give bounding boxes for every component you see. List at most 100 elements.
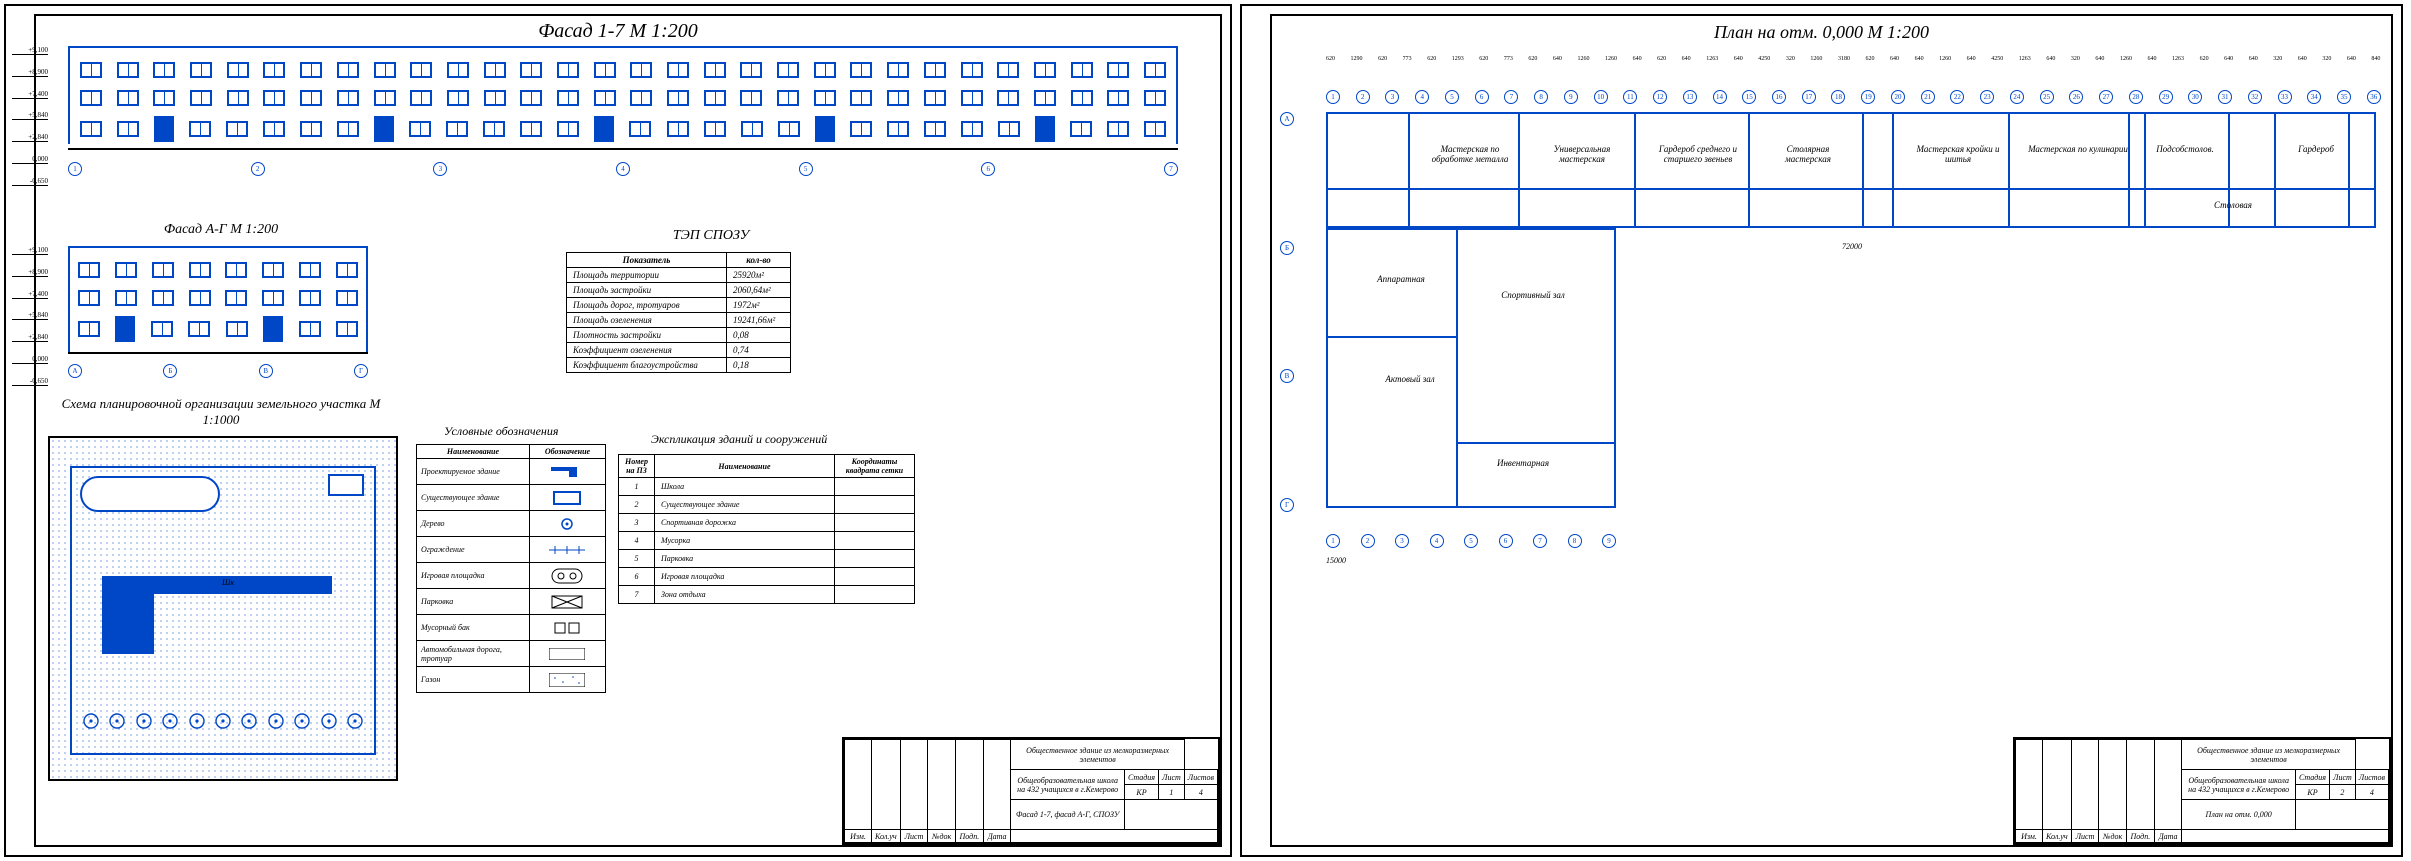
grid-bubble: 25: [2040, 90, 2054, 104]
grid-bubble: 7: [1164, 162, 1178, 176]
grid-bubble: 17: [1802, 90, 1816, 104]
dim-value: 773: [1504, 56, 1513, 62]
window-icon: [190, 90, 212, 106]
window-icon: [667, 121, 689, 137]
window-icon: [557, 90, 579, 106]
tep-table: Показателькол-во Площадь территории25920…: [566, 252, 791, 373]
grid-bubble: 7: [1504, 90, 1518, 104]
window-icon: [924, 121, 946, 137]
legend-symbol: [529, 511, 605, 537]
facade-a-g: +9,100 +8,900 +7,400 +5,840 +2,840 0,000…: [68, 246, 368, 386]
legend-cell: Существующее здание: [417, 485, 530, 511]
dim-value: 3180: [1838, 56, 1850, 62]
grid-bubble: Г: [354, 364, 368, 378]
grid-bubble: 13: [1683, 90, 1697, 104]
grid-bubble: 2: [1356, 90, 1370, 104]
dim-value: 620: [1657, 56, 1666, 62]
legend-symbol: [529, 563, 605, 589]
window-icon: [924, 90, 946, 106]
window-icon: [337, 121, 359, 137]
legend-symbol: [529, 667, 605, 693]
window-icon: [80, 90, 102, 106]
stamp-drawing: Фасад 1-7, фасад А-Г, СПОЗУ: [1011, 800, 1125, 830]
dim-value: 1290: [1351, 56, 1363, 62]
window-icon: [188, 321, 210, 337]
grid-bubble: 5: [1445, 90, 1459, 104]
facadeAG-title: Фасад А-Г М 1:200: [76, 222, 366, 238]
dim-value: 1263: [1706, 56, 1718, 62]
window-icon: [300, 90, 322, 106]
tep-cell: Площадь застройки: [567, 283, 727, 298]
expl-coord: [834, 478, 914, 496]
window-icon: [1144, 121, 1166, 137]
window-icon: [667, 62, 689, 78]
expl-coord: [834, 514, 914, 532]
window-icon: [152, 290, 174, 306]
dim-value: 1260: [1605, 56, 1617, 62]
window-icon: [153, 90, 175, 106]
expl-name: Спортивная дорожка: [654, 514, 834, 532]
site-plan: Шк: [48, 436, 398, 781]
tep-cell: Площадь дорог, тротуаров: [567, 298, 727, 313]
window-icon: [557, 121, 579, 137]
stamp2-drawing: План на отм. 0,000: [2182, 800, 2296, 830]
dim-value: 320: [1786, 56, 1795, 62]
legend-symbol: [529, 615, 605, 641]
grid-bubble: 15: [1742, 90, 1756, 104]
door-icon: [374, 116, 394, 142]
title-block-sheet2: Общественное здание из мелкоразмерных эл…: [2013, 737, 2391, 845]
grid-bubble: 12: [1653, 90, 1667, 104]
window-icon: [299, 321, 321, 337]
tree-icon: [161, 712, 179, 735]
grid-bubble: 6: [981, 162, 995, 176]
window-icon: [78, 321, 100, 337]
siteplan-title: Схема планировочной организации земельно…: [51, 396, 391, 428]
expl-num: 1: [619, 478, 655, 496]
expl-num: 7: [619, 586, 655, 604]
grid-bubble: 24: [2010, 90, 2024, 104]
legend-cell: Дерево: [417, 511, 530, 537]
window-icon: [924, 62, 946, 78]
window-icon: [78, 290, 100, 306]
legend-cell: Игровая площадка: [417, 563, 530, 589]
window-icon: [446, 121, 468, 137]
window-icon: [777, 62, 799, 78]
grid-bubble: 3: [1385, 90, 1399, 104]
tree-icon: [135, 712, 153, 735]
dim-value: 620: [1479, 56, 1488, 62]
door-icon: [594, 116, 614, 142]
window-icon: [887, 90, 909, 106]
window-icon: [777, 90, 799, 106]
dim-value: 640: [2298, 56, 2307, 62]
expl-num: 4: [619, 532, 655, 550]
legend-symbol: [529, 485, 605, 511]
door-icon: [1035, 116, 1055, 142]
grid-bubble: 1: [1326, 90, 1340, 104]
tep-cell: Плотность застройки: [567, 328, 727, 343]
dim-value: 320: [2322, 56, 2331, 62]
window-icon: [520, 121, 542, 137]
expl-name: Парковка: [654, 550, 834, 568]
grid-bubble: 7: [1533, 534, 1547, 548]
tree-icon: [108, 712, 126, 735]
window-icon: [850, 62, 872, 78]
window-icon: [1144, 90, 1166, 106]
expl-num: 3: [619, 514, 655, 532]
dim-value: 640: [2046, 56, 2055, 62]
window-icon: [961, 121, 983, 137]
grid-bubble: 30: [2188, 90, 2202, 104]
door-icon: [263, 316, 283, 342]
plan-title: План на отм. 0,000 М 1:200: [1242, 22, 2401, 43]
window-icon: [483, 121, 505, 137]
grid-bubble: 5: [1464, 534, 1478, 548]
grid-bubble: 3: [1395, 534, 1409, 548]
window-icon: [1034, 90, 1056, 106]
elevation-marks-ag: +9,100 +8,900 +7,400 +5,840 +2,840 0,000…: [12, 246, 62, 386]
window-icon: [115, 290, 137, 306]
dim-value: 4250: [1758, 56, 1770, 62]
stamp-sheets: 4: [1184, 785, 1217, 800]
window-icon: [151, 321, 173, 337]
window-icon: [336, 321, 358, 337]
window-icon: [225, 290, 247, 306]
grid-bubble: 36: [2367, 90, 2381, 104]
